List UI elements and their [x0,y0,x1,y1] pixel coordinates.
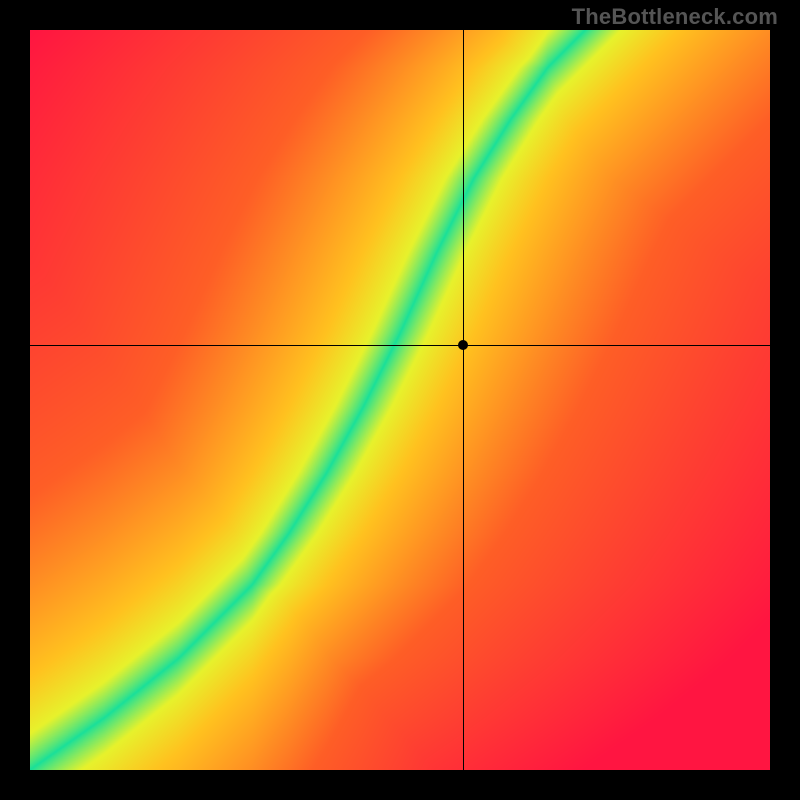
crosshair-vertical [463,30,464,770]
watermark-text: TheBottleneck.com [572,4,778,30]
crosshair-horizontal [30,345,770,346]
heatmap-canvas [30,30,770,770]
selection-marker-dot [458,340,468,350]
bottleneck-heatmap-plot [30,30,770,770]
